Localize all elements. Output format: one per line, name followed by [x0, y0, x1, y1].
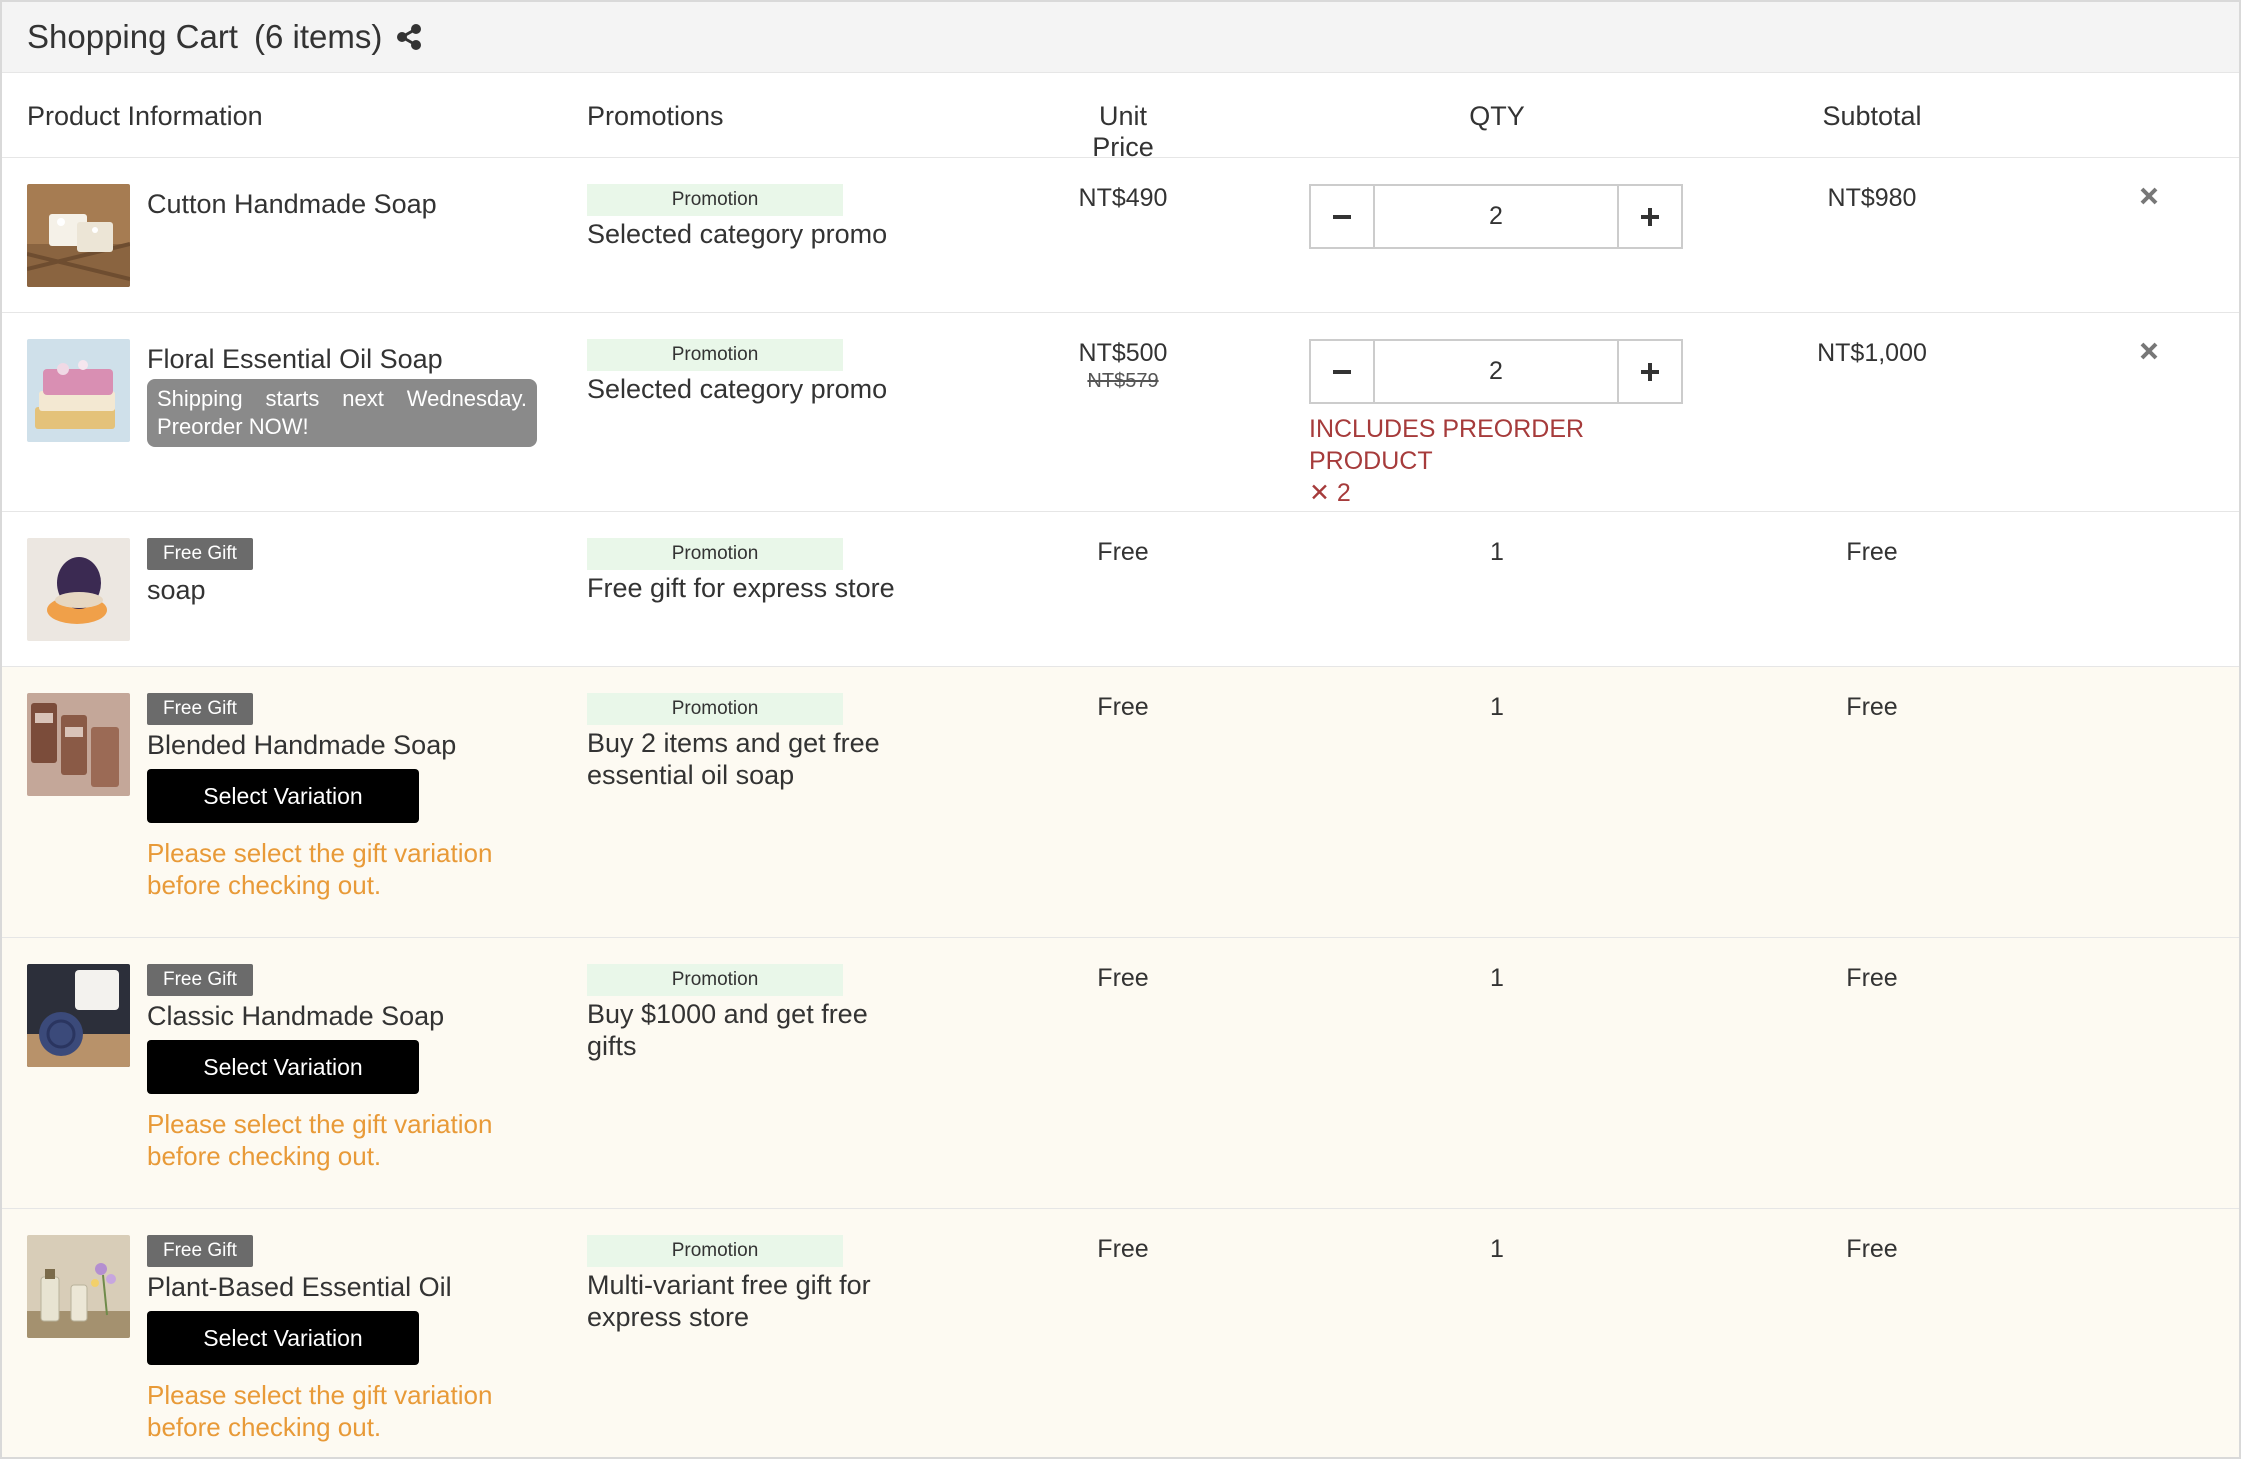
quantity-value: 1: [1490, 538, 1504, 566]
unit-price: Free: [1097, 1235, 1149, 1263]
promotion-cell: Promotion Free gift for express store: [587, 538, 907, 604]
free-gift-badge: Free Gift: [147, 1235, 253, 1267]
unit-price: NT$500: [1078, 339, 1168, 367]
select-variation-button[interactable]: Select Variation: [147, 1311, 419, 1365]
promotion-tag: Promotion: [587, 538, 843, 570]
promotion-cell: Promotion Buy 2 items and get free essen…: [587, 693, 907, 791]
column-header-subtotal: Subtotal: [1822, 101, 1922, 131]
column-header-promotions: Promotions: [587, 101, 724, 131]
product-info: Free Gift Classic Handmade Soap Select V…: [147, 964, 537, 1172]
minus-icon[interactable]: [1311, 186, 1375, 247]
subtotal: NT$980: [1827, 184, 1917, 212]
gift-variation-warning: Please select the gift variation before …: [147, 1109, 493, 1171]
promotion-tag: Promotion: [587, 184, 843, 216]
product-thumbnail[interactable]: [27, 538, 130, 641]
column-header-unit-price: Unit Price: [1092, 101, 1154, 162]
product-thumbnail[interactable]: [27, 184, 130, 287]
preorder-note: Shipping starts next Wednesday. Preorder…: [147, 379, 537, 447]
preorder-warning: INCLUDES PREORDER PRODUCT ✕ 2: [1309, 413, 1709, 509]
unit-price-cell: NT$500 NT$579: [1043, 339, 1203, 393]
free-gift-badge: Free Gift: [147, 538, 253, 570]
free-gift-badge: Free Gift: [147, 693, 253, 725]
preorder-warning-count: ✕ 2: [1309, 479, 1351, 507]
quantity-value: 1: [1490, 964, 1504, 992]
table-header: Product Information Promotions Unit Pric…: [2, 73, 2239, 162]
promotion-text: Multi-variant free gift for express stor…: [587, 1270, 871, 1332]
close-icon[interactable]: [2137, 339, 2161, 363]
unit-price: Free: [1097, 964, 1149, 992]
promotion-text: Buy 2 items and get free essential oil s…: [587, 728, 880, 790]
unit-price: Free: [1097, 693, 1149, 721]
cart-row: Free Gift Blended Handmade Soap Select V…: [2, 667, 2239, 938]
cart-item-count: (6 items): [253, 18, 383, 55]
product-info: Free Gift soap: [147, 538, 537, 608]
cart-title: Shopping Cart: [27, 18, 238, 55]
product-name[interactable]: Blended Handmade Soap: [147, 727, 537, 763]
promotion-text: Free gift for express store: [587, 573, 895, 603]
promotion-cell: Promotion Selected category promo: [587, 339, 907, 405]
product-name[interactable]: soap: [147, 572, 537, 608]
promotion-text: Buy $1000 and get free gifts: [587, 999, 868, 1061]
shopping-cart: Shopping Cart (6 items) Product Informat…: [0, 0, 2241, 1459]
cart-header: Shopping Cart (6 items): [2, 2, 2239, 73]
select-variation-button[interactable]: Select Variation: [147, 1040, 419, 1094]
quantity-stepper: [1309, 184, 1683, 249]
product-info: Floral Essential Oil Soap Shipping start…: [147, 339, 537, 447]
product-name[interactable]: Classic Handmade Soap: [147, 998, 537, 1034]
gift-variation-warning: Please select the gift variation before …: [147, 838, 493, 900]
product-info: Cutton Handmade Soap: [147, 184, 537, 222]
product-thumbnail[interactable]: [27, 693, 130, 796]
subtotal: Free: [1846, 1235, 1898, 1263]
promotion-cell: Promotion Buy $1000 and get free gifts: [587, 964, 907, 1062]
gift-variation-warning: Please select the gift variation before …: [147, 1380, 493, 1442]
quantity-value: 1: [1490, 1235, 1504, 1263]
subtotal: Free: [1846, 964, 1898, 992]
quantity-value: 1: [1490, 693, 1504, 721]
share-icon[interactable]: [394, 22, 424, 52]
promotion-tag: Promotion: [587, 964, 843, 996]
column-header-qty: QTY: [1469, 101, 1525, 131]
promotion-tag: Promotion: [587, 339, 843, 371]
product-name[interactable]: Plant-Based Essential Oil: [147, 1269, 537, 1305]
original-price: NT$579: [1087, 370, 1159, 392]
product-info: Free Gift Plant-Based Essential Oil Sele…: [147, 1235, 537, 1443]
promotion-cell: Promotion Multi-variant free gift for ex…: [587, 1235, 907, 1333]
subtotal: Free: [1846, 693, 1898, 721]
promotion-text: Selected category promo: [587, 219, 888, 249]
unit-price: Free: [1097, 538, 1149, 566]
minus-icon[interactable]: [1311, 341, 1375, 402]
cart-row: Floral Essential Oil Soap Shipping start…: [2, 313, 2239, 512]
product-name[interactable]: Cutton Handmade Soap: [147, 186, 537, 222]
quantity-input[interactable]: [1375, 186, 1617, 247]
product-info: Free Gift Blended Handmade Soap Select V…: [147, 693, 537, 901]
subtotal: Free: [1846, 538, 1898, 566]
cart-row: Free Gift Plant-Based Essential Oil Sele…: [2, 1209, 2239, 1457]
product-thumbnail[interactable]: [27, 964, 130, 1067]
product-thumbnail[interactable]: [27, 339, 130, 442]
quantity-stepper: [1309, 339, 1683, 404]
free-gift-badge: Free Gift: [147, 964, 253, 996]
promotion-tag: Promotion: [587, 693, 843, 725]
unit-price: NT$490: [1078, 184, 1168, 212]
column-header-product: Product Information: [27, 101, 263, 131]
subtotal: NT$1,000: [1817, 339, 1927, 367]
preorder-warning-text: INCLUDES PREORDER PRODUCT: [1309, 415, 1585, 475]
plus-icon[interactable]: [1617, 186, 1681, 247]
promotion-text: Selected category promo: [587, 374, 888, 404]
cart-row: Free Gift Classic Handmade Soap Select V…: [2, 938, 2239, 1209]
promotion-cell: Promotion Selected category promo: [587, 184, 907, 250]
quantity-input[interactable]: [1375, 341, 1617, 402]
promotion-tag: Promotion: [587, 1235, 843, 1267]
close-icon[interactable]: [2137, 184, 2161, 208]
plus-icon[interactable]: [1617, 341, 1681, 402]
cart-row: Cutton Handmade Soap Promotion Selected …: [2, 158, 2239, 313]
product-name[interactable]: Floral Essential Oil Soap: [147, 341, 537, 377]
product-thumbnail[interactable]: [27, 1235, 130, 1338]
cart-row: Free Gift soap Promotion Free gift for e…: [2, 512, 2239, 667]
select-variation-button[interactable]: Select Variation: [147, 769, 419, 823]
